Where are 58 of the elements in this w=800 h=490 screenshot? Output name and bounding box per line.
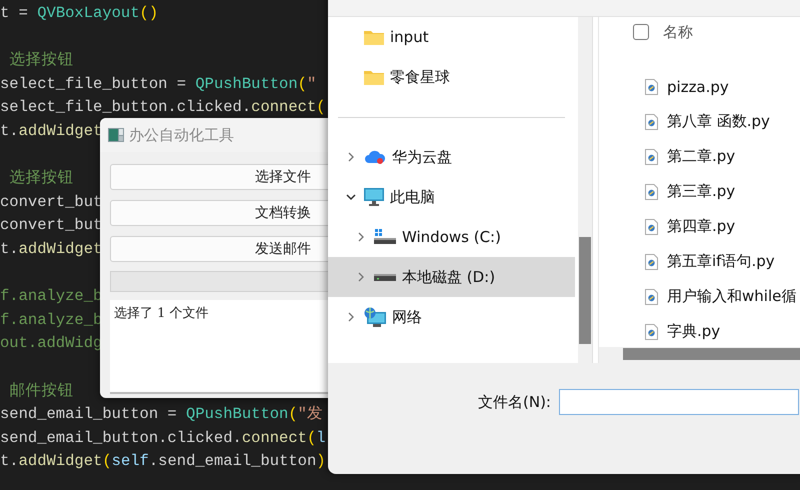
folder-icon — [364, 29, 384, 45]
code-line: convert_but — [0, 192, 102, 213]
vertical-scrollbar[interactable] — [578, 17, 593, 363]
log-text: 选择了 1 个文件 — [114, 306, 209, 321]
code-line: f.analyze_b — [0, 286, 102, 308]
file-item[interactable]: 第四章.py — [599, 209, 800, 244]
chevron-right-icon[interactable] — [357, 231, 365, 243]
code-line: 邮件按钮 — [8, 380, 74, 402]
python-file-icon — [645, 78, 658, 94]
python-file-icon — [645, 114, 658, 130]
file-item[interactable]: 字典.py — [599, 314, 800, 347]
python-file-icon — [645, 324, 658, 340]
python-file-icon — [645, 184, 658, 200]
file-item[interactable]: 第五章if语句.py — [599, 244, 800, 279]
code-line: 选择按钮 — [8, 50, 74, 72]
scrollbar-thumb[interactable] — [579, 237, 591, 344]
file-item[interactable]: 第三章.py — [599, 174, 800, 209]
code-line: send_email_button.clicked.connect(l — [0, 428, 326, 449]
drive-icon — [374, 229, 396, 245]
monitor-icon — [364, 188, 384, 206]
horizontal-scrollbar[interactable] — [599, 347, 800, 363]
python-file-icon — [645, 148, 658, 164]
code-line: t.addWidget(self.send_email_button) — [0, 451, 326, 472]
select-all-checkbox[interactable] — [633, 24, 649, 40]
nav-item[interactable]: 本地磁盘 (D:) — [328, 257, 575, 297]
code-line: convert_but — [0, 215, 102, 236]
file-item[interactable]: 第八章 函数.py — [599, 104, 800, 139]
folder-icon — [364, 69, 384, 85]
network-icon — [364, 307, 386, 327]
app-icon — [108, 128, 124, 142]
column-header[interactable]: 名称 — [663, 22, 693, 42]
python-file-icon — [645, 254, 658, 270]
code-line: send_email_button = QPushButton("发 — [0, 404, 323, 426]
code-line: f.analyze_b — [0, 310, 102, 331]
python-file-icon — [645, 218, 658, 234]
file-name-field[interactable] — [558, 389, 799, 415]
code-line: t.addWidget — [0, 120, 102, 142]
chevron-right-icon[interactable] — [347, 151, 355, 163]
code-line: select_file_button.clicked.connect( — [0, 97, 326, 118]
code-line: t = QVBoxLayout() — [0, 3, 158, 24]
chevron-down-icon[interactable] — [345, 193, 357, 201]
code-line: out.addWidg — [0, 333, 102, 354]
scrollbar-thumb[interactable] — [623, 348, 800, 360]
file-item[interactable]: 用户输入和while循 — [599, 279, 800, 314]
python-file-icon — [645, 288, 658, 304]
code-line: select_file_button = QPushButton(" — [0, 74, 316, 95]
window-title: 办公自动化工具 — [129, 126, 234, 144]
drive-icon — [374, 274, 396, 280]
file-name-label: 文件名(N): — [478, 392, 551, 413]
file-item[interactable]: 第二章.py — [599, 139, 800, 174]
code-line: t.addWidget — [0, 238, 102, 260]
nav-item[interactable]: 零食星球 — [328, 57, 575, 97]
nav-item[interactable]: input — [328, 17, 575, 57]
file-item[interactable]: pizza.py — [599, 69, 800, 104]
chevron-right-icon[interactable] — [357, 271, 365, 283]
cloud-icon — [364, 149, 386, 165]
code-line: 选择按钮 — [8, 168, 74, 190]
chevron-right-icon[interactable] — [347, 311, 355, 323]
